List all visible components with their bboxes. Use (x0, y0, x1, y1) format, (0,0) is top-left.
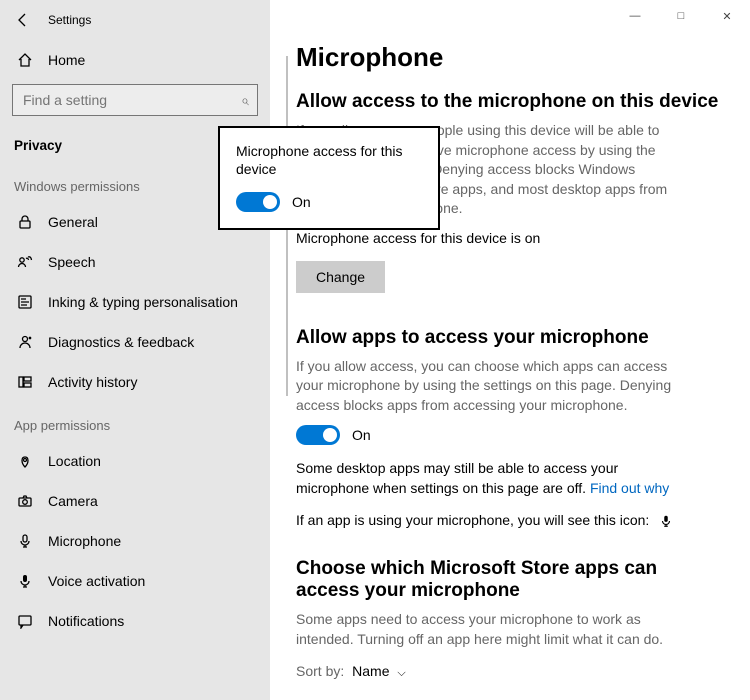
sidebar-item-label: Camera (48, 493, 98, 509)
sort-row: Sort by: Name ⌵ (296, 663, 750, 680)
sidebar-item-label: Voice activation (48, 573, 145, 589)
sidebar-item-label: Activity history (48, 374, 137, 390)
sidebar-item-label: Diagnostics & feedback (48, 334, 194, 350)
sort-label: Sort by: (296, 663, 344, 679)
notifications-icon (14, 613, 36, 629)
sidebar-item-diagnostics[interactable]: Diagnostics & feedback (0, 322, 270, 362)
sidebar-item-inking[interactable]: Inking & typing personalisation (0, 282, 270, 322)
sidebar-item-label: General (48, 214, 98, 230)
search-input[interactable] (21, 91, 241, 109)
chevron-down-icon: ⌵ (397, 667, 405, 679)
sidebar-item-voice-activation[interactable]: Voice activation (0, 561, 270, 601)
sidebar-item-home[interactable]: Home (0, 40, 270, 80)
section-body-apps-access: If you allow access, you can choose whic… (296, 357, 686, 416)
section-title-store-apps: Choose which Microsoft Store apps can ac… (296, 558, 676, 602)
speech-icon (14, 254, 36, 270)
popup-toggle-state: On (292, 194, 311, 210)
sidebar-item-label: Speech (48, 254, 95, 270)
sidebar-item-label: Notifications (48, 613, 124, 629)
section-title-apps-access: Allow apps to access your microphone (296, 327, 750, 349)
sort-dropdown[interactable]: Name ⌵ (352, 663, 406, 679)
sidebar-item-label: Microphone (48, 533, 121, 549)
popup-toggle[interactable] (236, 192, 280, 212)
camera-icon (14, 493, 36, 509)
home-icon (14, 52, 36, 68)
sidebar-item-notifications[interactable]: Notifications (0, 601, 270, 641)
icon-note: If an app is using your microphone, you … (296, 511, 686, 531)
group-app-permissions: App permissions (0, 402, 270, 441)
diagnostics-icon (14, 334, 36, 350)
change-button[interactable]: Change (296, 261, 385, 293)
apps-access-toggle-state: On (352, 427, 371, 443)
microphone-indicator-icon (653, 512, 673, 528)
search-box[interactable]: ⌕ (12, 84, 258, 116)
sidebar-item-microphone[interactable]: Microphone (0, 521, 270, 561)
lock-icon (14, 214, 36, 230)
sidebar-item-label: Home (48, 52, 85, 68)
desktop-apps-note: Some desktop apps may still be able to a… (296, 459, 686, 498)
device-access-status: Microphone access for this device is on (296, 229, 686, 249)
apps-access-toggle[interactable] (296, 425, 340, 445)
sidebar-item-label: Location (48, 453, 101, 469)
app-title: Settings (48, 13, 91, 27)
sidebar: Settings Home ⌕ Privacy Windows permissi… (0, 0, 270, 700)
sidebar-item-label: Inking & typing personalisation (48, 294, 238, 310)
sidebar-item-speech[interactable]: Speech (0, 242, 270, 282)
find-out-why-link[interactable]: Find out why (590, 480, 669, 496)
section-title-device-access: Allow access to the microphone on this d… (296, 91, 750, 113)
microphone-icon (14, 533, 36, 549)
inking-icon (14, 294, 36, 310)
sidebar-item-location[interactable]: Location (0, 441, 270, 481)
back-button[interactable] (12, 9, 34, 31)
sidebar-item-activity-history[interactable]: Activity history (0, 362, 270, 402)
page-title: Microphone (296, 42, 750, 73)
voice-activation-icon (14, 573, 36, 589)
popup-title: Microphone access for this device (236, 142, 422, 178)
history-icon (14, 374, 36, 390)
sidebar-item-camera[interactable]: Camera (0, 481, 270, 521)
location-icon (14, 453, 36, 469)
section-body-store-apps: Some apps need to access your microphone… (296, 610, 686, 649)
main-content: Microphone Allow access to the microphon… (296, 0, 750, 700)
search-icon: ⌕ (241, 92, 249, 109)
microphone-access-popup: Microphone access for this device On (218, 126, 440, 230)
